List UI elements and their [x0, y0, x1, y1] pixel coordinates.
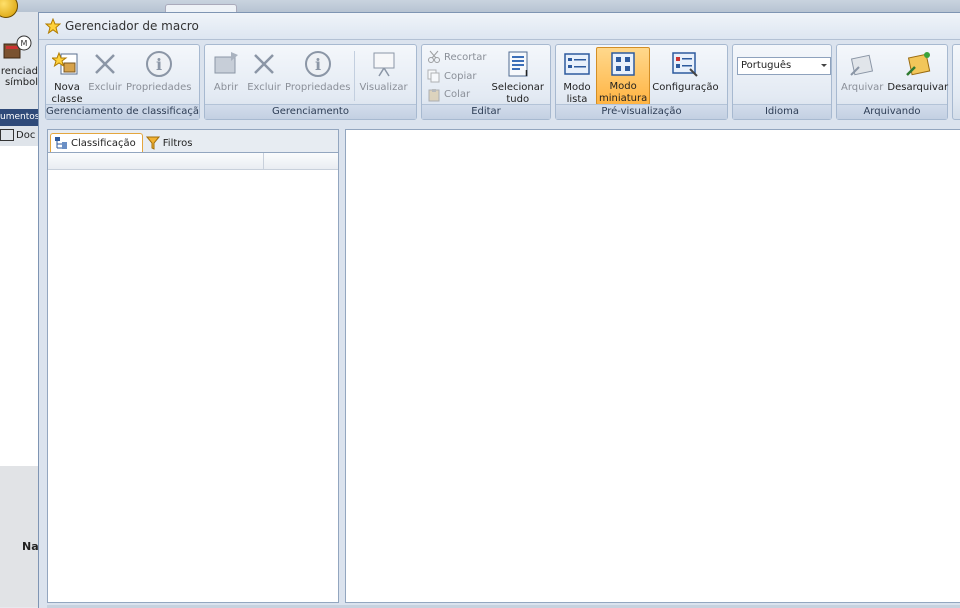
info-icon: i — [304, 51, 331, 77]
open-button[interactable]: Abrir — [207, 47, 245, 105]
background-text: Na — [22, 540, 39, 553]
list-mode-icon — [564, 53, 590, 75]
macro-manager-window: Gerenciador de macro Nova classe Excluir… — [38, 12, 960, 608]
archive-label: Arquivar — [841, 82, 884, 93]
language-select-value: Português — [741, 60, 792, 71]
unarchive-label: Desarquivar — [887, 82, 949, 93]
group-label: Gerenciamento — [205, 104, 416, 119]
macro-properties-button[interactable]: i Propriedades — [283, 47, 352, 105]
paste-icon — [428, 88, 440, 102]
window-title: Gerenciador de macro — [65, 19, 199, 33]
svg-text:i: i — [315, 55, 321, 74]
tab-filters[interactable]: Filtros — [143, 134, 199, 152]
background-doc-item[interactable]: Doc — [0, 128, 38, 144]
preview-label: Visualizar — [359, 82, 408, 93]
info-icon: i — [145, 51, 172, 77]
new-class-label-1: Nova — [54, 82, 80, 93]
archive-button[interactable]: Arquivar — [839, 47, 885, 105]
group-label: Gerenciamento de classificação — [46, 104, 199, 119]
group-label: Pré-visualização — [556, 104, 727, 119]
copy-button[interactable]: Copiar — [427, 67, 487, 86]
thumbnail-mode-label-1: Modo — [609, 81, 637, 92]
group-label: Editar — [422, 104, 550, 119]
language-select[interactable]: Português — [737, 57, 831, 75]
svg-text:i: i — [156, 55, 162, 74]
configuration-label: Configuração — [652, 82, 719, 93]
group-label: Arquivando — [837, 104, 947, 119]
background-button-label[interactable]: renciad — [0, 66, 38, 77]
classification-pane: Classificação Filtros — [47, 129, 339, 603]
scissors-icon — [428, 51, 440, 64]
background-lower-panel — [0, 466, 38, 607]
unarchive-icon — [905, 52, 931, 76]
background-doc-label: Doc — [16, 130, 36, 141]
new-class-icon — [52, 51, 78, 75]
presentation-icon — [373, 52, 395, 77]
thumbnail-mode-icon — [611, 52, 635, 76]
list-mode-button[interactable]: Modo lista — [558, 47, 596, 105]
tab-filters-label: Filtros — [162, 137, 193, 149]
ribbon-group-management: Abrir Excluir i Propriedades Visualizar … — [204, 44, 417, 120]
background-button-label[interactable]: símbol — [0, 77, 38, 88]
classification-icon — [55, 137, 67, 149]
new-class-button[interactable]: Nova classe — [48, 47, 86, 105]
select-all-label-1: Selecionar — [491, 82, 544, 93]
copy-icon — [427, 69, 440, 83]
ribbon-group-classification-management: Nova classe Excluir i Propriedades Geren… — [45, 44, 200, 120]
separator — [354, 51, 356, 101]
chevron-down-icon[interactable] — [821, 64, 827, 67]
select-all-button[interactable]: I Selecionar tudo — [490, 47, 546, 105]
preview-button[interactable]: Visualizar — [357, 47, 409, 105]
class-properties-label: Propriedades — [126, 82, 192, 93]
star-icon — [45, 18, 61, 34]
group-label: Idioma — [733, 104, 831, 119]
ribbon-group-archiving: Arquivar Desarquivar Arquivando — [836, 44, 948, 120]
macro-preview-area[interactable] — [345, 129, 960, 603]
paste-label: Colar — [444, 89, 471, 101]
macro-properties-label: Propriedades — [285, 82, 351, 93]
tab-classification[interactable]: Classificação — [50, 133, 143, 152]
delete-macro-label: Excluir — [247, 82, 281, 93]
unarchive-button[interactable]: Desarquivar — [885, 47, 950, 105]
list-mode-label-1: Modo — [563, 82, 591, 93]
ribbon: Nova classe Excluir i Propriedades Geren… — [45, 44, 960, 120]
svg-text:M: M — [21, 39, 28, 48]
delete-macro-button[interactable]: Excluir — [245, 47, 283, 105]
delete-class-button[interactable]: Excluir — [86, 47, 124, 105]
filter-icon — [145, 136, 160, 150]
open-icon — [214, 52, 238, 74]
cut-button[interactable]: Recortar — [427, 48, 487, 67]
select-all-icon: I — [508, 51, 528, 78]
ribbon-group-partial — [952, 44, 960, 120]
cut-label: Recortar — [444, 51, 487, 63]
delete-icon — [254, 54, 274, 74]
configuration-icon — [672, 52, 699, 77]
ribbon-group-preview: Modo lista Modo miniatura Configuração P… — [555, 44, 728, 120]
tab-classification-label: Classificação — [71, 137, 136, 149]
ribbon-group-language: Português Idioma — [732, 44, 832, 120]
symbol-manager-icon[interactable]: M — [2, 34, 32, 62]
ribbon-group-edit: Recortar Copiar Colar I Selecionar tudo … — [421, 44, 551, 120]
pane-tabs: Classificação Filtros — [48, 130, 338, 153]
archive-icon — [850, 54, 874, 76]
background-panel — [0, 146, 38, 466]
window-titlebar[interactable]: Gerenciador de macro — [39, 13, 960, 40]
delete-icon — [95, 54, 115, 74]
grid-column-header[interactable] — [48, 153, 264, 169]
class-properties-button[interactable]: i Propriedades — [124, 47, 193, 105]
svg-text:I: I — [525, 69, 528, 78]
background-strip: umentos — [0, 109, 38, 126]
paste-button[interactable]: Colar — [427, 85, 487, 104]
thumbnail-mode-button[interactable]: Modo miniatura — [596, 47, 651, 105]
thumbnail-mode-label-2: miniatura — [599, 93, 648, 104]
classification-grid-header[interactable] — [48, 153, 338, 170]
delete-class-label: Excluir — [88, 82, 122, 93]
configuration-button[interactable]: Configuração — [650, 47, 720, 105]
copy-label: Copiar — [444, 70, 477, 82]
open-label: Abrir — [213, 82, 239, 93]
document-icon — [0, 129, 14, 141]
background-app-titlebar — [0, 0, 960, 12]
